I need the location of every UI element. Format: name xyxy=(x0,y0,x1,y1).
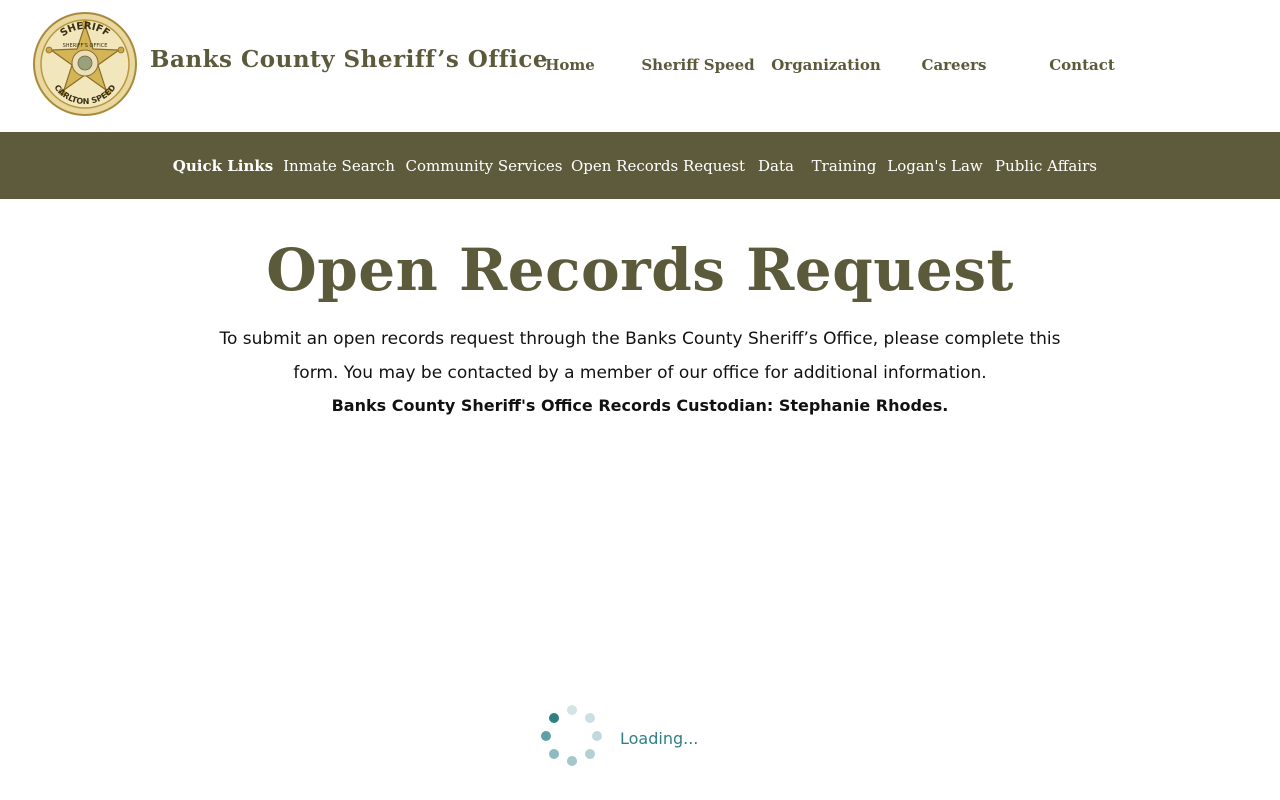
nav-contact[interactable]: Contact xyxy=(1049,56,1115,74)
nav-home[interactable]: Home xyxy=(545,56,595,74)
site-header: SHERIFF SHERIFF'S OFFICE CARLTON SPEED B… xyxy=(0,0,1280,132)
intro-text: To submit an open records request throug… xyxy=(219,329,1061,383)
main-nav: Home Sheriff Speed Organization Careers … xyxy=(0,56,1280,80)
page-title: Open Records Request xyxy=(266,236,1014,304)
quick-link-data[interactable]: Data xyxy=(758,157,794,175)
quick-link-inmate-search[interactable]: Inmate Search xyxy=(283,157,395,175)
quick-links-label[interactable]: Quick Links xyxy=(173,157,273,175)
nav-sheriff-speed[interactable]: Sheriff Speed xyxy=(641,56,754,74)
records-custodian-text: Banks County Sheriff's Office Records Cu… xyxy=(331,396,949,415)
quick-links-bar: Quick Links Inmate Search Community Serv… xyxy=(0,132,1280,199)
quick-link-logans-law[interactable]: Logan's Law xyxy=(887,157,983,175)
badge-inner-text: SHERIFF'S OFFICE xyxy=(63,43,108,49)
quick-link-training[interactable]: Training xyxy=(812,157,877,175)
quick-link-public-affairs[interactable]: Public Affairs xyxy=(995,157,1097,175)
nav-organization[interactable]: Organization xyxy=(771,56,881,74)
loading-spinner-icon xyxy=(536,700,608,772)
quick-link-community-services[interactable]: Community Services xyxy=(406,157,563,175)
nav-careers[interactable]: Careers xyxy=(922,56,987,74)
loading-text: Loading... xyxy=(620,729,699,748)
quick-link-open-records-request[interactable]: Open Records Request xyxy=(571,157,745,175)
